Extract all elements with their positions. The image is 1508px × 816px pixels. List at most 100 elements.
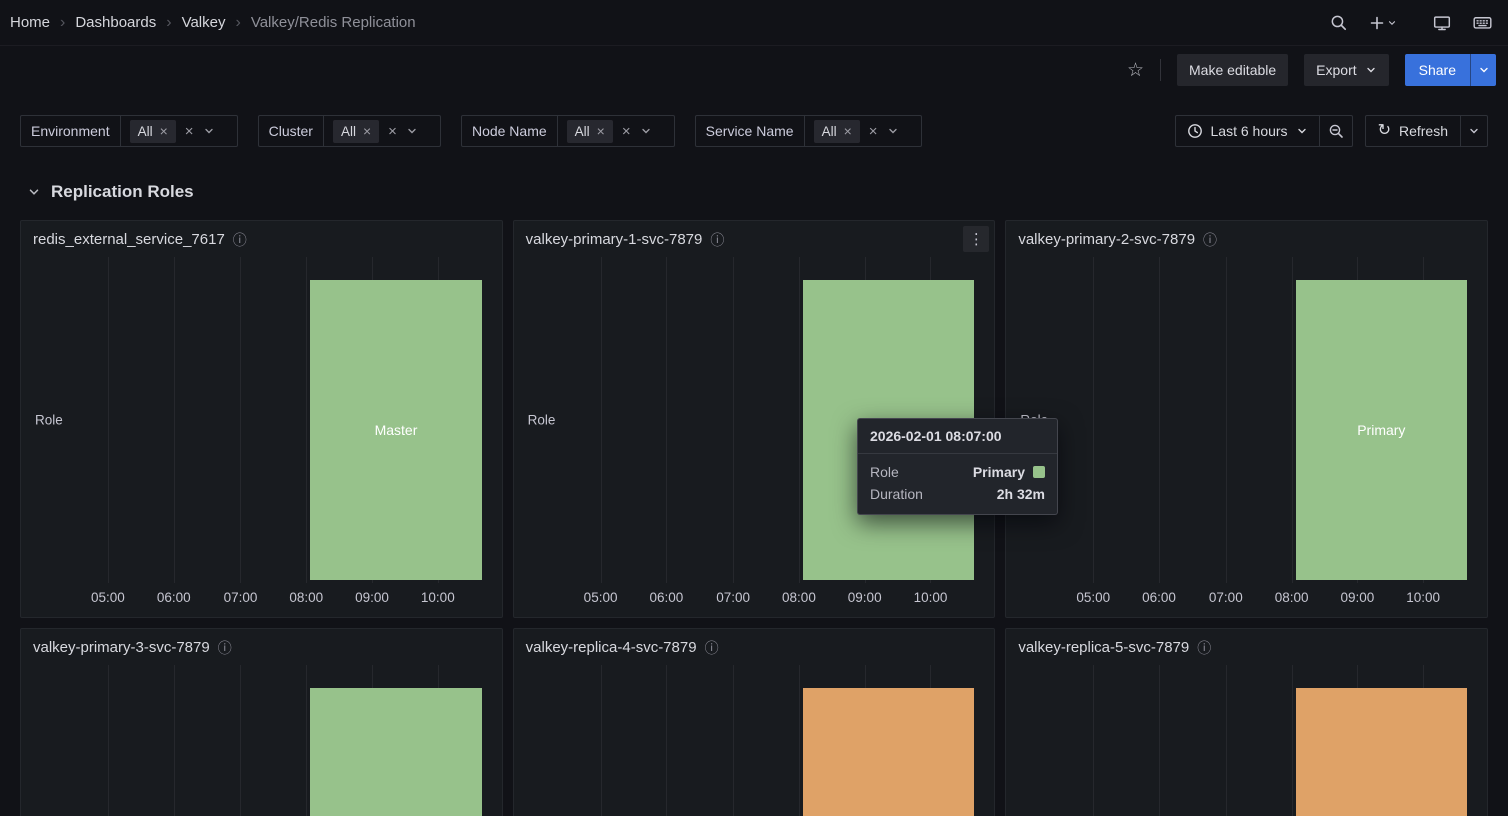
share-button[interactable]: Share — [1405, 54, 1470, 86]
panel-header: valkey-primary-2-svc-7879 ⓘ — [1006, 221, 1487, 249]
info-icon[interactable]: ⓘ — [218, 641, 232, 655]
gridline — [799, 257, 800, 583]
panel-title[interactable]: valkey-primary-2-svc-7879 — [1018, 231, 1195, 249]
chevron-down-icon[interactable] — [406, 125, 418, 137]
kiosk-mode-button[interactable] — [1433, 14, 1451, 32]
info-icon[interactable]: ⓘ — [233, 233, 247, 247]
state-bar[interactable] — [1296, 688, 1467, 816]
keyboard-shortcuts-button[interactable] — [1473, 13, 1492, 32]
breadcrumb-dashboards[interactable]: Dashboards — [75, 14, 156, 31]
gridline — [1226, 257, 1227, 583]
y-axis-label: Role — [35, 413, 63, 428]
state-timeline-plot[interactable]: Role 05:00 06:00 07:00 08:00 09:00 10:00 — [91, 665, 486, 816]
panel-title[interactable]: valkey-primary-1-svc-7879 — [526, 231, 703, 249]
filter-chip[interactable]: All × — [567, 120, 613, 143]
star-icon[interactable]: ☆ — [1127, 61, 1144, 80]
panel-header: valkey-replica-5-svc-7879 ⓘ — [1006, 629, 1487, 657]
chip-remove-icon[interactable]: × — [363, 124, 371, 138]
filter-service-name: Service Name All × × — [695, 115, 922, 147]
gridline — [1292, 257, 1293, 583]
tooltip-row-value: 2h 32m — [997, 486, 1045, 502]
x-tick-label: 05:00 — [91, 590, 125, 605]
chip-label: All — [341, 124, 356, 139]
state-timeline-plot[interactable]: Role 05:00 06:00 07:00 08:00 09:00 10:00 — [1076, 665, 1471, 816]
make-editable-button[interactable]: Make editable — [1177, 54, 1288, 86]
timeline-panel: valkey-primary-3-svc-7879 ⓘ Role 05:00 0… — [20, 628, 503, 816]
breadcrumb-valkey[interactable]: Valkey — [182, 14, 226, 31]
clock-icon — [1187, 123, 1203, 139]
gridline — [666, 257, 667, 583]
filter-value-picker[interactable]: All × × — [804, 115, 922, 147]
chevron-down-icon[interactable] — [203, 125, 215, 137]
filter-chip[interactable]: All × — [333, 120, 379, 143]
refresh-interval-button[interactable] — [1460, 115, 1488, 147]
clear-values-icon[interactable]: × — [388, 124, 397, 139]
panel-title[interactable]: valkey-primary-3-svc-7879 — [33, 639, 210, 657]
state-bar[interactable] — [310, 688, 481, 816]
info-icon[interactable]: ⓘ — [1197, 641, 1211, 655]
info-icon[interactable]: ⓘ — [1203, 233, 1217, 247]
filter-value-picker[interactable]: All × × — [120, 115, 238, 147]
panel-title[interactable]: valkey-replica-5-svc-7879 — [1018, 639, 1189, 657]
state-bar[interactable]: Master — [310, 280, 481, 580]
row-replication-roles[interactable]: Replication Roles — [27, 177, 194, 207]
state-timeline-plot[interactable]: Role 05:00 06:00 07:00 08:00 09:00 10:00 — [584, 665, 979, 816]
tooltip-row-label: Role — [870, 464, 899, 480]
chip-remove-icon[interactable]: × — [160, 124, 168, 138]
gridline — [1093, 665, 1094, 816]
monitor-icon — [1433, 14, 1451, 32]
gridline — [733, 665, 734, 816]
share-menu-button[interactable] — [1470, 54, 1496, 86]
tooltip-duration-value: 2h 32m — [997, 486, 1045, 502]
search-button[interactable] — [1330, 14, 1347, 31]
chip-remove-icon[interactable]: × — [597, 124, 605, 138]
refresh-label: Refresh — [1399, 123, 1448, 139]
panel-title[interactable]: redis_external_service_7617 — [33, 231, 225, 249]
add-new-button[interactable] — [1369, 15, 1397, 31]
state-bar[interactable] — [803, 688, 974, 816]
state-timeline-plot[interactable]: Role Master 05:00 06:00 07:00 08:00 09:0… — [91, 257, 486, 583]
x-tick-label: 06:00 — [1142, 590, 1176, 605]
gridline — [1093, 257, 1094, 583]
filter-node-name: Node Name All × × — [461, 115, 675, 147]
chevron-down-icon[interactable] — [887, 125, 899, 137]
info-icon[interactable]: ⓘ — [705, 641, 719, 655]
x-tick-label: 05:00 — [1076, 590, 1110, 605]
breadcrumb-home[interactable]: Home — [10, 14, 50, 31]
panel-title[interactable]: valkey-replica-4-svc-7879 — [526, 639, 697, 657]
filter-value-picker[interactable]: All × × — [557, 115, 675, 147]
state-bar[interactable]: Primary — [1296, 280, 1467, 580]
filter-chip[interactable]: All × — [130, 120, 176, 143]
gridline — [240, 665, 241, 816]
filter-chip[interactable]: All × — [814, 120, 860, 143]
chip-remove-icon[interactable]: × — [844, 124, 852, 138]
share-split-button: Share — [1405, 54, 1496, 86]
panel-menu-icon[interactable]: ⋮ — [963, 226, 989, 252]
gridline — [1159, 665, 1160, 816]
x-tick-label: 05:00 — [584, 590, 618, 605]
clear-values-icon[interactable]: × — [622, 124, 631, 139]
clear-values-icon[interactable]: × — [869, 124, 878, 139]
filters-row: Environment All × × Cluster All × × — [20, 115, 1488, 147]
gridline — [1159, 257, 1160, 583]
variable-filters: Environment All × × Cluster All × × — [20, 115, 922, 147]
panel-header: redis_external_service_7617 ⓘ — [21, 221, 502, 249]
x-tick-label: 09:00 — [848, 590, 882, 605]
chevron-down-icon[interactable] — [640, 125, 652, 137]
gridline — [733, 257, 734, 583]
export-button[interactable]: Export — [1304, 54, 1388, 86]
gridline — [240, 257, 241, 583]
tooltip-row: Role Primary — [870, 461, 1045, 483]
zoom-out-time-button[interactable] — [1319, 115, 1353, 147]
dashboard-toolbar: ☆ Make editable Export Share — [0, 46, 1508, 94]
time-range-picker[interactable]: Last 6 hours — [1175, 115, 1320, 147]
refresh-button[interactable]: ↻ Refresh — [1365, 115, 1461, 147]
zoom-out-icon — [1328, 123, 1344, 139]
info-icon[interactable]: ⓘ — [710, 233, 724, 247]
state-timeline-plot[interactable]: Role Primary 05:00 06:00 07:00 08:00 09:… — [1076, 257, 1471, 583]
gridline — [601, 257, 602, 583]
filter-value-picker[interactable]: All × × — [323, 115, 441, 147]
clear-values-icon[interactable]: × — [185, 124, 194, 139]
tooltip-role-value: Primary — [973, 464, 1025, 480]
section-title: Replication Roles — [51, 182, 194, 202]
